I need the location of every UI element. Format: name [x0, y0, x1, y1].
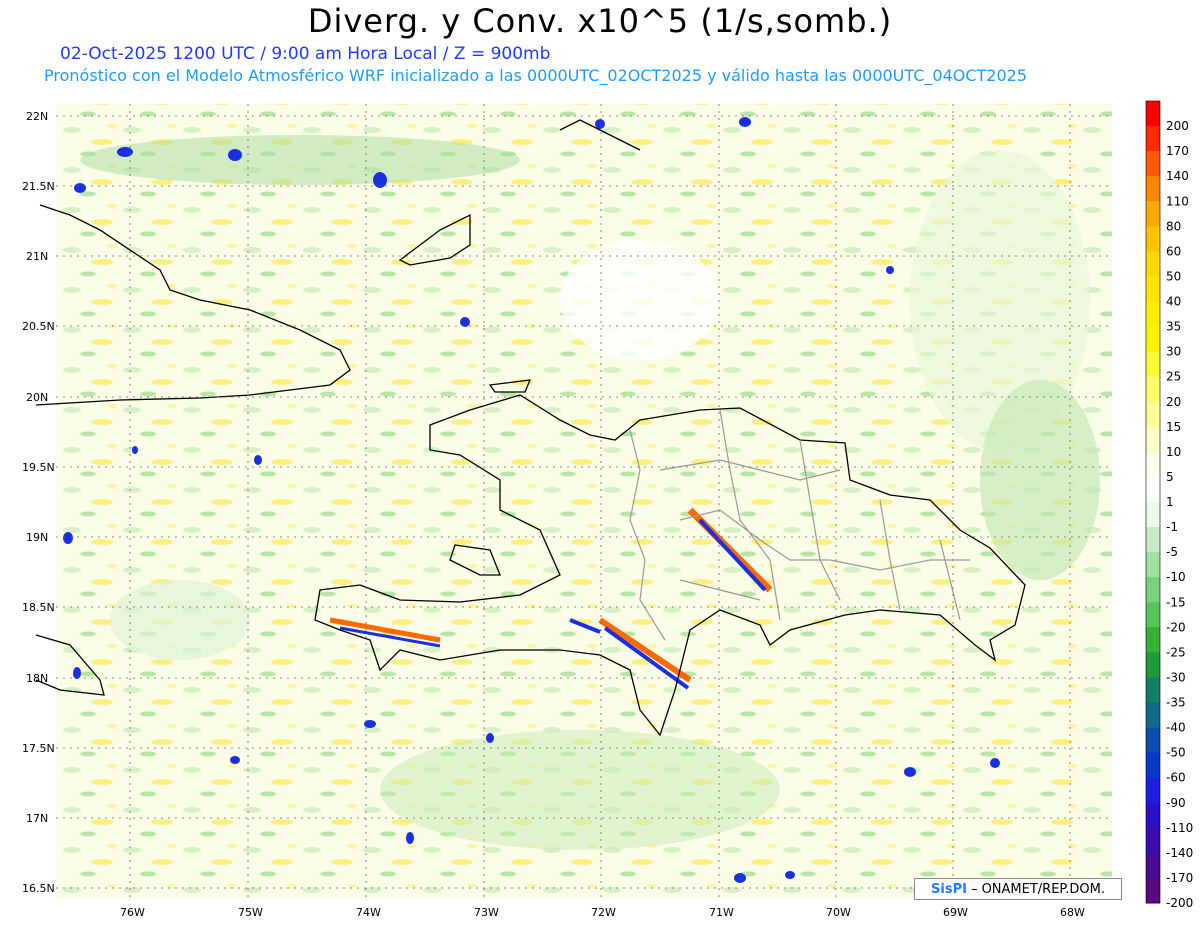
- colorbar-label: 80: [1166, 219, 1181, 233]
- colorbar-label: -10: [1166, 570, 1186, 584]
- lon-label: 68W: [1060, 906, 1085, 919]
- lat-label: 19N: [26, 531, 48, 544]
- colorbar-swatch: [1146, 677, 1160, 703]
- green-region: [80, 135, 520, 185]
- colorbar: 200 170 140 110 80 60 50 40 35 30 25 20 15 10 5 1 -1 -5 -1…: [1145, 100, 1193, 910]
- lat-label: 18.5N: [22, 601, 55, 614]
- colorbar-label: 60: [1166, 244, 1181, 258]
- colorbar-swatch: [1146, 101, 1160, 127]
- lon-label: 71W: [709, 906, 734, 919]
- colorbar-label: -90: [1166, 796, 1186, 810]
- lat-label: 21N: [26, 250, 48, 263]
- colorbar-label: 10: [1166, 445, 1181, 459]
- lon-label: 72W: [591, 906, 616, 919]
- colorbar-label: -110: [1166, 821, 1193, 835]
- colorbar-label: 170: [1166, 144, 1189, 158]
- lon-label: 70W: [826, 906, 851, 919]
- colorbar-label: -15: [1166, 595, 1186, 609]
- lat-label: 16.5N: [22, 882, 55, 895]
- colorbar-label: -60: [1166, 771, 1186, 785]
- colorbar-label: -35: [1166, 696, 1186, 710]
- colorbar-swatch: [1146, 401, 1160, 428]
- colorbar-label: 1: [1166, 495, 1174, 509]
- colorbar-label: 110: [1166, 194, 1189, 208]
- colorbar-label: -140: [1166, 846, 1193, 860]
- colorbar-label: 200: [1166, 119, 1189, 133]
- colorbar-swatch: [1146, 702, 1160, 729]
- colorbar-swatch: [1146, 502, 1160, 528]
- colorbar-label: -50: [1166, 746, 1186, 760]
- colorbar-swatch: [1146, 802, 1160, 829]
- colorbar-label: 35: [1166, 320, 1181, 334]
- colorbar-swatch: [1146, 627, 1160, 653]
- lat-label: 20N: [26, 391, 48, 404]
- colorbar-swatch: [1146, 852, 1160, 879]
- colorbar-label: -30: [1166, 670, 1186, 684]
- lat-label: 21.5N: [22, 180, 55, 193]
- colorbar-swatch: [1146, 376, 1160, 403]
- colorbar-label: -200: [1166, 896, 1193, 910]
- colorbar-swatch: [1146, 326, 1160, 353]
- colorbar-label: -5: [1166, 545, 1178, 559]
- lat-label: 17.5N: [22, 742, 55, 755]
- lat-label: 18N: [26, 672, 48, 685]
- green-region: [980, 380, 1100, 580]
- colorbar-swatch: [1146, 602, 1160, 628]
- lon-label: 74W: [356, 906, 381, 919]
- colorbar-label: 5: [1166, 470, 1174, 484]
- lat-label: 19.5N: [22, 461, 55, 474]
- colorbar-label: 140: [1166, 169, 1189, 183]
- colorbar-swatch: [1146, 126, 1160, 152]
- colorbar-label: -20: [1166, 620, 1186, 634]
- colorbar-label: -170: [1166, 871, 1193, 885]
- green-region: [110, 580, 250, 660]
- colorbar-swatch: [1146, 251, 1160, 277]
- colorbar-swatch: [1146, 727, 1160, 754]
- colorbar-swatch: [1146, 276, 1160, 302]
- colorbar-swatch: [1146, 577, 1160, 603]
- colorbar-swatch: [1146, 151, 1160, 177]
- lat-label: 17N: [26, 812, 48, 825]
- lon-axis: 76W 75W 74W 73W 72W 71W 70W 69W 68W: [120, 906, 1085, 919]
- colorbar-label: 25: [1166, 370, 1181, 384]
- green-region: [380, 730, 780, 850]
- colorbar-label: -40: [1166, 721, 1186, 735]
- colorbar-label: 40: [1166, 295, 1181, 309]
- divergence-map: 22N 21.5N 21N 20.5N 20N 19.5N 19N 18.5N …: [22, 100, 1193, 919]
- lon-label: 75W: [238, 906, 263, 919]
- sispi-logo: SisPI: [931, 881, 967, 897]
- colorbar-swatch: [1146, 552, 1160, 578]
- colorbar-swatch: [1146, 476, 1160, 503]
- colorbar-swatch: [1146, 351, 1160, 378]
- lon-label: 76W: [120, 906, 145, 919]
- calm-region: [560, 240, 720, 360]
- lat-label: 20.5N: [22, 320, 55, 333]
- colorbar-swatch: [1146, 652, 1160, 678]
- colorbar-label: 30: [1166, 345, 1181, 359]
- colorbar-swatch: [1146, 176, 1160, 202]
- colorbar-swatch: [1146, 201, 1160, 227]
- colorbar-swatch: [1146, 877, 1160, 904]
- colorbar-label: 15: [1166, 420, 1181, 434]
- colorbar-swatch: [1146, 827, 1160, 854]
- organization-label: – ONAMET/REP.DOM.: [970, 881, 1105, 897]
- colorbar-swatch: [1146, 226, 1160, 252]
- colorbar-swatch: [1146, 426, 1160, 453]
- colorbar-label: -1: [1166, 520, 1178, 534]
- colorbar-label: 50: [1166, 269, 1181, 283]
- colorbar-swatch: [1146, 752, 1160, 779]
- colorbar-swatch: [1146, 777, 1160, 804]
- lon-label: 69W: [943, 906, 968, 919]
- credit-box: SisPI – ONAMET/REP.DOM.: [914, 878, 1122, 900]
- colorbar-label: -25: [1166, 645, 1186, 659]
- lat-axis: 22N 21.5N 21N 20.5N 20N 19.5N 19N 18.5N …: [22, 110, 55, 895]
- lat-label: 22N: [26, 110, 48, 123]
- lon-label: 73W: [474, 906, 499, 919]
- colorbar-swatch: [1146, 301, 1160, 328]
- colorbar-label: 20: [1166, 395, 1181, 409]
- colorbar-swatch: [1146, 451, 1160, 478]
- plot-area: [35, 104, 1112, 898]
- colorbar-swatch: [1146, 527, 1160, 553]
